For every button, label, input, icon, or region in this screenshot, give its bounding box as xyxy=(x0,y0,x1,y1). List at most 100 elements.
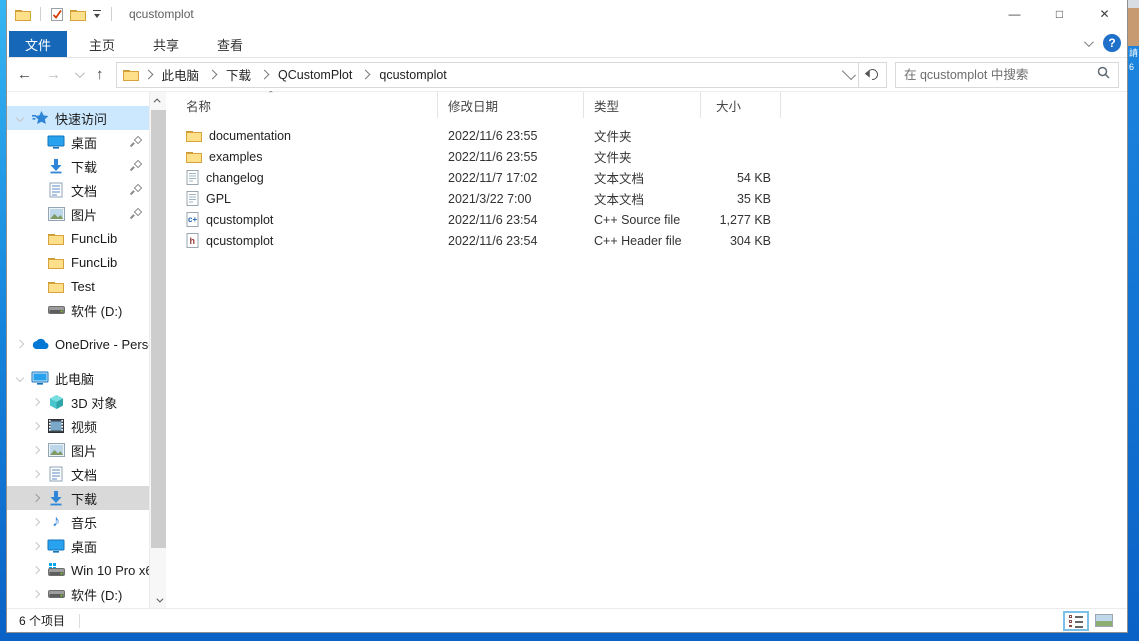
breadcrumb-qcustomplot[interactable]: qcustomplot xyxy=(373,66,452,84)
qat-new-folder-icon[interactable] xyxy=(70,8,86,21)
scroll-up-icon[interactable] xyxy=(150,92,166,108)
sidebar-item-funclib-1[interactable]: FuncLib xyxy=(7,226,149,250)
breadcrumb-downloads[interactable]: 下载 xyxy=(220,63,257,86)
expand-icon[interactable] xyxy=(32,542,40,550)
column-header-size[interactable]: 大小 xyxy=(701,92,781,118)
sidebar-item-pictures[interactable]: 图片 xyxy=(7,202,149,226)
details-view-button[interactable] xyxy=(1063,611,1089,631)
sidebar-onedrive[interactable]: OneDrive - Perso xyxy=(7,332,149,356)
file-date: 2022/11/6 23:55 xyxy=(438,129,584,143)
file-type: 文件夹 xyxy=(584,126,701,145)
sidebar-item-videos[interactable]: 视频 xyxy=(7,414,149,438)
expand-icon[interactable] xyxy=(32,494,40,502)
search-input[interactable] xyxy=(904,68,1091,82)
expand-icon[interactable] xyxy=(32,590,40,598)
breadcrumb-separator-icon[interactable] xyxy=(143,70,153,80)
sidebar-item-funclib-2[interactable]: FuncLib xyxy=(7,250,149,274)
videos-icon xyxy=(47,417,65,435)
sidebar-item-label: 3D 对象 xyxy=(71,393,117,412)
maximize-button[interactable]: □ xyxy=(1037,0,1082,28)
file-row-changelog[interactable]: changelog 2022/11/7 17:02 文本文档 54 KB xyxy=(166,167,1127,188)
breadcrumb-separator-icon[interactable] xyxy=(260,70,270,80)
sidebar-item-desktop-pc[interactable]: 桌面 xyxy=(7,534,149,558)
sidebar-item-label: Test xyxy=(71,279,95,294)
address-dropdown-icon[interactable] xyxy=(842,66,856,80)
sidebar-item-label: OneDrive - Perso xyxy=(55,337,149,352)
sidebar-item-downloads-pc[interactable]: 下载 xyxy=(7,486,149,510)
pin-icon xyxy=(130,209,141,220)
qat-customize-dropdown-icon[interactable] xyxy=(92,10,102,18)
file-row-qcustomplot-h[interactable]: h qcustomplot 2022/11/6 23:54 C++ Header… xyxy=(166,230,1127,251)
sidebar-item-documents-pc[interactable]: 文档 xyxy=(7,462,149,486)
drive-icon xyxy=(47,585,65,603)
tab-file[interactable]: 文件 xyxy=(9,31,67,57)
expand-icon[interactable] xyxy=(32,422,40,430)
collapse-icon[interactable] xyxy=(16,374,24,382)
help-icon[interactable]: ? xyxy=(1103,34,1121,52)
expand-icon[interactable] xyxy=(32,566,40,574)
sidebar-item-pictures-pc[interactable]: 图片 xyxy=(7,438,149,462)
file-row-gpl[interactable]: GPL 2021/3/22 7:00 文本文档 35 KB xyxy=(166,188,1127,209)
sidebar-this-pc[interactable]: 此电脑 xyxy=(7,366,149,390)
refresh-button[interactable] xyxy=(859,62,887,88)
tab-share[interactable]: 共享 xyxy=(137,31,195,57)
sidebar-item-drive-d[interactable]: 软件 (D:) xyxy=(7,582,149,606)
breadcrumb-separator-icon[interactable] xyxy=(361,70,371,80)
tab-home[interactable]: 主页 xyxy=(73,31,131,57)
documents-icon xyxy=(47,465,65,483)
sidebar-item-label: 软件 (D:) xyxy=(71,585,122,604)
sidebar-item-downloads[interactable]: 下载 xyxy=(7,154,149,178)
breadcrumb-separator-icon[interactable] xyxy=(208,70,218,80)
expand-ribbon-icon[interactable] xyxy=(1084,37,1094,47)
address-bar[interactable]: 此电脑 下载 QCustomPlot qcustomplot xyxy=(116,62,860,88)
column-header-date-modified[interactable]: 修改日期 xyxy=(438,92,584,118)
sidebar-item-documents[interactable]: 文档 xyxy=(7,178,149,202)
sidebar-item-label: 音乐 xyxy=(71,513,97,532)
search-icon[interactable] xyxy=(1097,66,1110,84)
sidebar-item-test[interactable]: Test xyxy=(7,274,149,298)
breadcrumb-qcustomplot-parent[interactable]: QCustomPlot xyxy=(272,66,358,84)
scroll-down-icon[interactable] xyxy=(150,592,166,608)
sidebar-item-music[interactable]: ♪ 音乐 xyxy=(7,510,149,534)
expand-icon[interactable] xyxy=(32,446,40,454)
file-row-examples[interactable]: examples 2022/11/6 23:55 文件夹 xyxy=(166,146,1127,167)
sidebar-quick-access[interactable]: 快速访问 xyxy=(7,106,149,130)
file-date: 2022/11/6 23:54 xyxy=(438,213,584,227)
column-header-type[interactable]: 类型 xyxy=(584,92,701,118)
tab-view[interactable]: 查看 xyxy=(201,31,259,57)
expand-icon[interactable] xyxy=(32,398,40,406)
refresh-icon xyxy=(865,67,880,82)
forward-button[interactable]: → xyxy=(46,66,61,83)
desktop-icon-label-fragment: 請 xyxy=(1129,48,1138,59)
recent-locations-icon[interactable] xyxy=(75,68,85,78)
up-button[interactable]: ↑ xyxy=(96,66,104,83)
file-name: documentation xyxy=(209,129,291,143)
file-type: C++ Header file xyxy=(584,234,701,248)
sidebar-scrollbar[interactable] xyxy=(149,92,166,608)
expand-icon[interactable] xyxy=(16,340,24,348)
desktop-icon xyxy=(47,537,65,555)
expand-icon[interactable] xyxy=(32,518,40,526)
pin-icon xyxy=(130,185,141,196)
sidebar-item-drive-c[interactable]: Win 10 Pro x64 xyxy=(7,558,149,582)
desktop-edge-bottom xyxy=(0,633,1139,641)
titlebar-separator xyxy=(111,7,112,21)
sidebar-item-desktop[interactable]: 桌面 xyxy=(7,130,149,154)
minimize-button[interactable]: — xyxy=(992,0,1037,28)
file-row-documentation[interactable]: documentation 2022/11/6 23:55 文件夹 xyxy=(166,125,1127,146)
sidebar-item-drive-d-qa[interactable]: 软件 (D:) xyxy=(7,298,149,322)
close-button[interactable]: ✕ xyxy=(1082,0,1127,28)
file-row-qcustomplot-cpp[interactable]: c+ qcustomplot 2022/11/6 23:54 C++ Sourc… xyxy=(166,209,1127,230)
qat-properties-icon[interactable] xyxy=(50,7,64,22)
file-type: 文件夹 xyxy=(584,147,701,166)
expand-icon[interactable] xyxy=(32,470,40,478)
column-header-name[interactable]: 名称 xyxy=(166,92,438,118)
scrollbar-thumb[interactable] xyxy=(151,110,166,548)
collapse-icon[interactable] xyxy=(16,114,24,122)
large-icons-view-button[interactable] xyxy=(1091,611,1117,631)
file-name: changelog xyxy=(206,171,264,185)
back-button[interactable]: ← xyxy=(17,66,32,83)
folder-icon xyxy=(186,150,202,163)
breadcrumb-this-pc[interactable]: 此电脑 xyxy=(156,63,206,86)
sidebar-item-3d-objects[interactable]: 3D 对象 xyxy=(7,390,149,414)
